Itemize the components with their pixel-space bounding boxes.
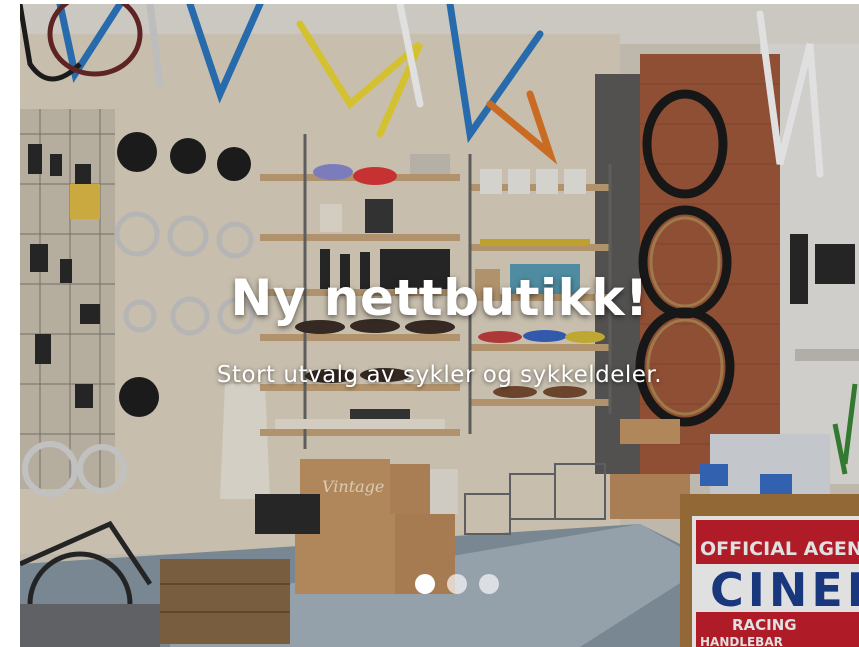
slide-caption: Ny nettbutikk! Stort utvalg av sykler og… [20, 266, 859, 390]
carousel-dot-1[interactable] [414, 574, 435, 594]
carousel-dot-2[interactable] [446, 574, 467, 594]
carousel-indicators [37, 574, 859, 594]
hero-slider[interactable]: OFFICIAL AGENT CINEL RACING HANDLEBAR Vi… [20, 4, 859, 647]
slide-headline: Ny nettbutikk! [230, 269, 649, 327]
page: OFFICIAL AGENT CINEL RACING HANDLEBAR Vi… [0, 0, 859, 647]
carousel-dot-3[interactable] [478, 574, 499, 594]
slide-subline: Stort utvalg av sykler og sykkeldeler. [216, 362, 663, 388]
